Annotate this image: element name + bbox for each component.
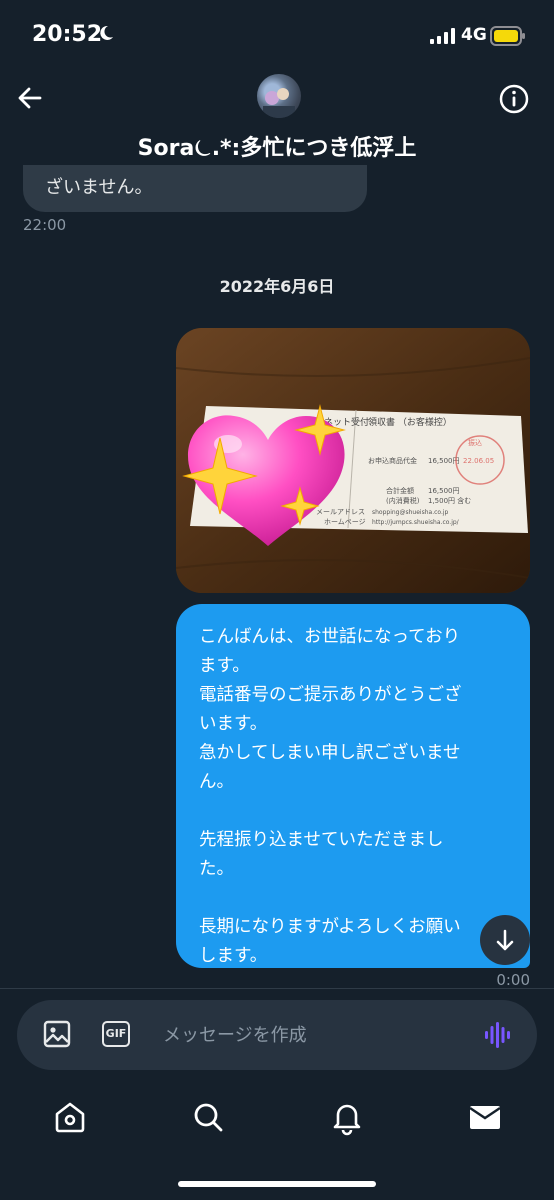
receipt-total-label: 合計金額 (386, 486, 414, 495)
battery-icon (490, 26, 526, 50)
tab-messages[interactable] (465, 1097, 505, 1137)
receipt-mail-value: shopping@shueisha.co.jp (372, 509, 449, 516)
receipt-homepage-label: ホームページ (324, 518, 366, 526)
scroll-to-bottom-button[interactable] (480, 915, 530, 965)
back-button[interactable] (14, 82, 46, 114)
message-composer: GIF (17, 1000, 537, 1070)
incoming-timestamp: 22:00 (23, 216, 67, 234)
receipt-homepage-value: http://jumpcs.shueisha.co.jp/ (372, 519, 460, 526)
message-line: た。 (199, 859, 234, 879)
composer-divider (0, 988, 554, 989)
contact-avatar[interactable] (257, 74, 301, 118)
image-button[interactable] (43, 1020, 71, 1052)
message-line: します。 (199, 946, 268, 966)
image-icon (43, 1020, 71, 1048)
receipt-mail-label: メールアドレス (316, 508, 365, 516)
receipt-tax-amount: 1,500円 含む (428, 496, 471, 505)
back-arrow-icon (18, 87, 42, 109)
arrow-down-icon (496, 929, 514, 951)
home-indicator (178, 1181, 376, 1187)
tab-notifications[interactable] (327, 1097, 367, 1137)
status-time: 20:52 (32, 22, 103, 47)
message-line: こんばんは、お世話になっており (199, 627, 461, 647)
receipt-total-amount: 16,500円 (428, 487, 460, 495)
signal-icon (430, 28, 456, 48)
message-line: ん。 (199, 772, 234, 792)
message-line: います。 (199, 714, 268, 734)
receipt-stamp-date: 22.06.05 (463, 457, 494, 465)
receipt-stamp-label: 振込 (468, 438, 482, 447)
message-line: 先程振り込ませていただきまし (199, 830, 444, 850)
tab-home[interactable] (50, 1097, 90, 1137)
outgoing-timestamp: 0:00 (496, 971, 530, 987)
info-icon (499, 84, 529, 114)
conversation-header: Sora⏾.*:多忙につき低浮上 (0, 70, 554, 165)
receipt-item-label: お申込商品代金 (368, 456, 417, 465)
info-button[interactable] (497, 82, 531, 116)
status-bar: 20:52 4G (0, 0, 554, 70)
search-icon (194, 1103, 223, 1132)
message-input[interactable] (163, 1016, 463, 1054)
receipt-title: 領収書 （お客様控） (368, 416, 452, 428)
message-line: 電話番号のご提示ありがとうござ (199, 685, 462, 705)
receipt-item-amount: 16,500円 (428, 457, 460, 465)
gif-icon: GIF (105, 1027, 127, 1040)
gif-button[interactable]: GIF (102, 1021, 130, 1047)
network-type: 4G (461, 25, 487, 45)
voice-message-button[interactable] (484, 1021, 512, 1053)
contact-name[interactable]: Sora⏾.*:多忙につき低浮上 (0, 130, 554, 162)
message-line: 長期になりますがよろしくお願い (199, 917, 461, 937)
moon-icon (97, 24, 115, 46)
messages-icon (469, 1106, 501, 1129)
receipt-tax-label: (内消費税) (386, 496, 420, 505)
message-list[interactable]: ざいません。 22:00 2022年6月6日 ネット受付 領収書 （お客様控） … (0, 165, 554, 987)
message-line: 急かしてしまい申し訳ございませ (199, 743, 461, 763)
outgoing-message[interactable]: こんばんは、お世話になっており ます。 電話番号のご提示ありがとうござ います。… (176, 604, 530, 968)
bottom-tab-bar (0, 1085, 554, 1155)
photo-message[interactable]: ネット受付 領収書 （お客様控） お申込商品代金 16,500円 合計金額 16… (176, 328, 530, 593)
tab-search[interactable] (188, 1097, 228, 1137)
date-separator: 2022年6月6日 (219, 277, 335, 296)
home-icon (55, 1102, 85, 1133)
incoming-message[interactable]: ざいません。 (23, 165, 367, 212)
voice-wave-icon (485, 1022, 510, 1048)
outgoing-message-text: こんばんは、お世話になっており ます。 電話番号のご提示ありがとうござ います。… (199, 623, 514, 971)
message-line: ます。 (199, 656, 250, 676)
incoming-message-text: ざいません。 (45, 177, 153, 198)
notifications-icon (333, 1104, 361, 1136)
